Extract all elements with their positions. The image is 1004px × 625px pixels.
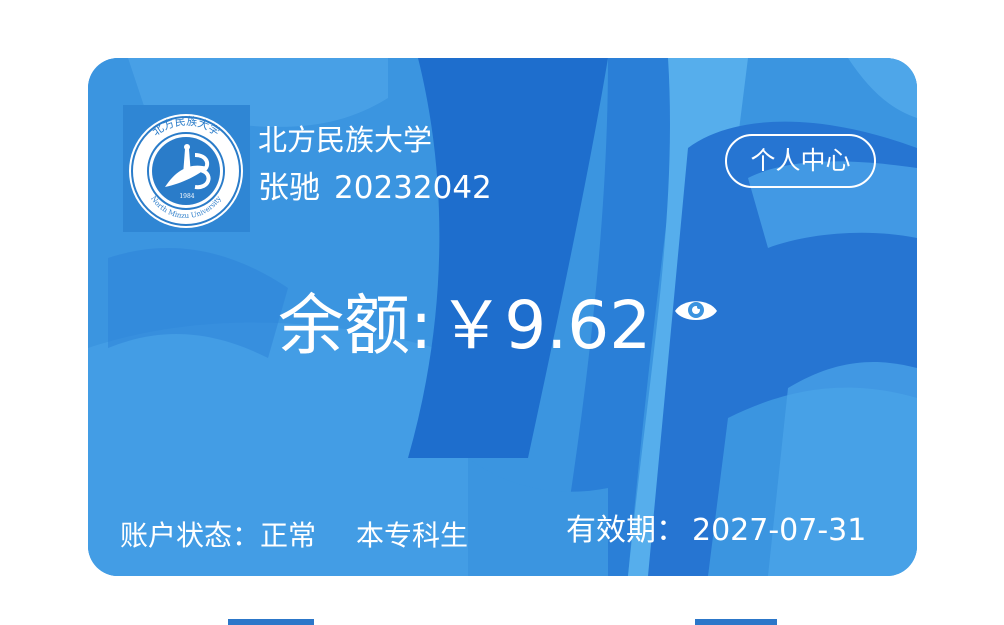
- personal-center-button[interactable]: 个人中心: [725, 134, 876, 188]
- account-status-text: 账户状态：正常: [120, 519, 317, 552]
- eye-icon[interactable]: [673, 294, 719, 326]
- balance: 余额:￥9.62: [278, 286, 651, 366]
- below-content-fragment-left: [228, 619, 314, 625]
- school-name: 北方民族大学: [258, 123, 433, 157]
- balance-label: 余额:: [278, 287, 433, 364]
- validity: 有效期： 2027-07-31: [566, 512, 866, 550]
- campus-card[interactable]: 1984 北方民族大学 North Minzu University 北方民族大…: [88, 58, 917, 576]
- below-content-fragment-right: [695, 619, 777, 625]
- university-logo: 1984 北方民族大学 North Minzu University: [123, 105, 250, 232]
- account-status: 账户状态：正常 本专科生: [120, 518, 468, 554]
- page: 1984 北方民族大学 North Minzu University 北方民族大…: [0, 0, 1004, 625]
- validity-label: 有效期：: [566, 513, 686, 548]
- student-type: 本专科生: [356, 519, 469, 552]
- student-id: 20232042: [334, 170, 492, 206]
- validity-date: 2027-07-31: [692, 513, 867, 548]
- user-info: 张驰 20232042: [258, 169, 492, 207]
- svg-text:1984: 1984: [179, 193, 194, 200]
- user-name: 张驰: [258, 170, 320, 206]
- balance-amount: ￥9.62: [438, 287, 652, 364]
